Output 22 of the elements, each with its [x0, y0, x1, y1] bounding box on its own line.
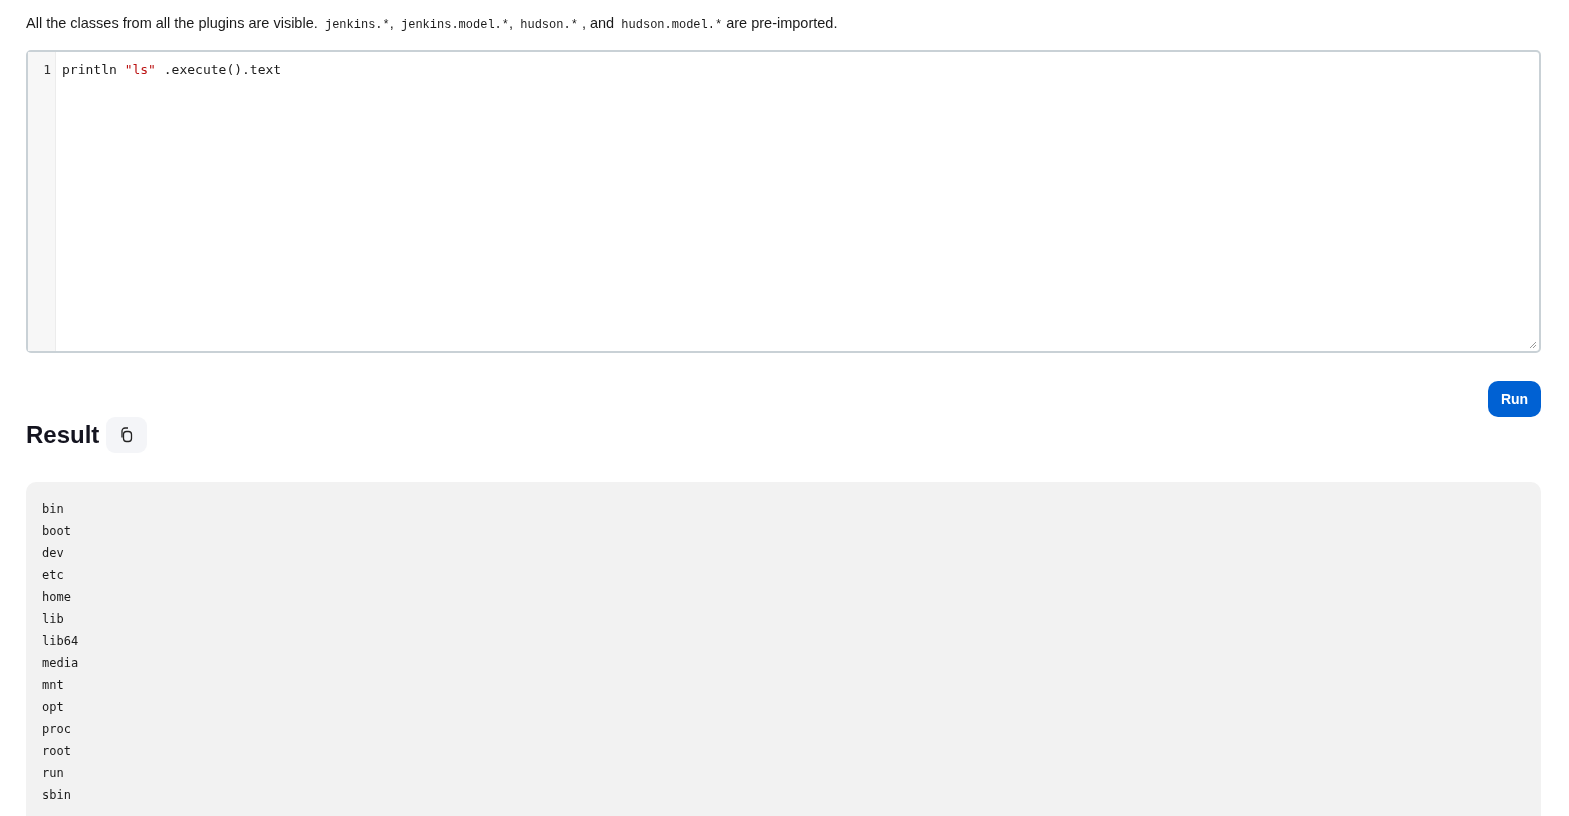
- output-line: lib: [42, 611, 65, 628]
- output-line: boot: [42, 523, 72, 540]
- resize-grip-icon[interactable]: [1529, 341, 1537, 349]
- output-line: media: [42, 655, 80, 672]
- output-line: dev: [42, 545, 65, 562]
- result-heading: Result: [26, 421, 100, 449]
- output-line: mnt: [42, 677, 65, 694]
- code-line: println "ls" .execute().text: [62, 61, 282, 79]
- line-number: 1: [43, 61, 51, 79]
- output-line: proc: [42, 721, 72, 738]
- copy-button[interactable]: [106, 417, 148, 453]
- output-line: etc: [42, 567, 65, 584]
- output-line: bin: [42, 501, 65, 518]
- output-line: opt: [42, 699, 65, 716]
- output-line: sbin: [42, 787, 72, 804]
- output-line: root: [42, 743, 72, 760]
- output-line: run: [42, 765, 65, 782]
- copy-icon: [118, 426, 135, 444]
- output-line: home: [42, 589, 72, 606]
- run-button[interactable]: Run: [1488, 381, 1541, 417]
- script-editor[interactable]: 1 println "ls" .execute().text: [26, 50, 1541, 353]
- output-line: lib64: [42, 633, 80, 650]
